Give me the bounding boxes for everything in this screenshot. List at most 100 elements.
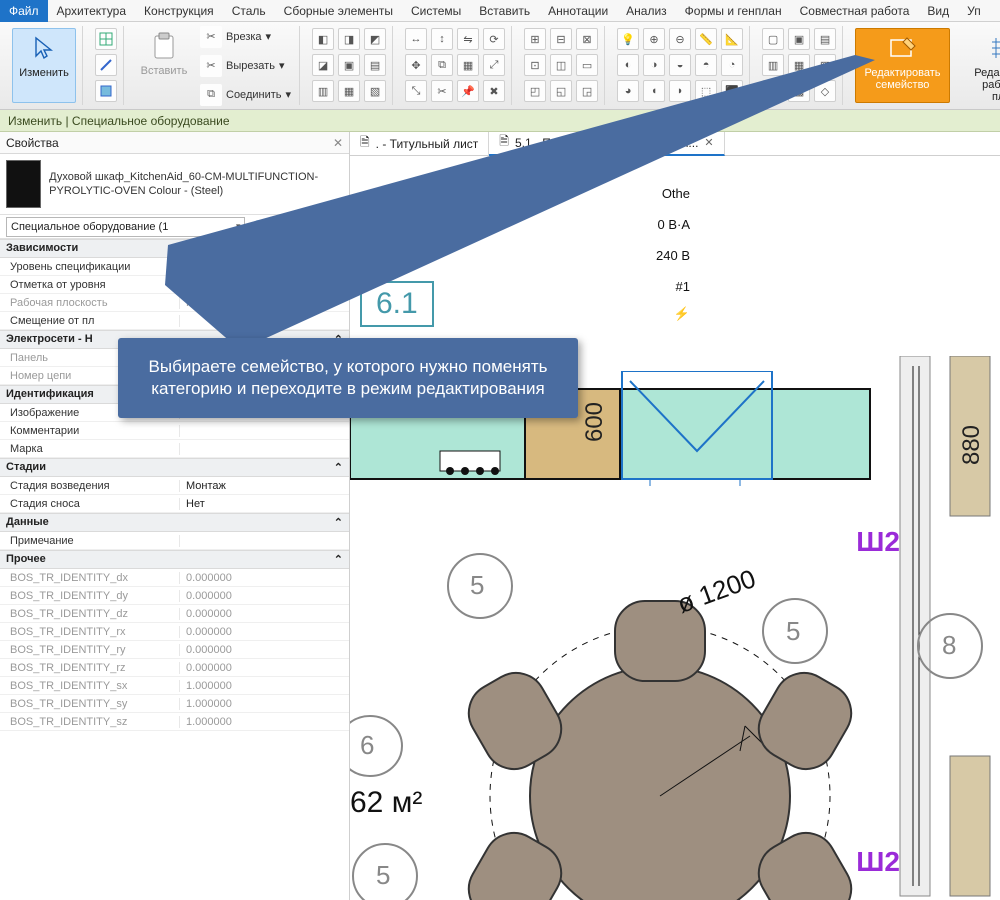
- tool-icon[interactable]: ◨: [338, 28, 360, 50]
- group-other[interactable]: Прочее⌃: [0, 550, 349, 569]
- scale-icon[interactable]: ⤢: [483, 54, 505, 76]
- tab-precast[interactable]: Сборные элементы: [275, 0, 402, 22]
- tool-icon[interactable]: ◱: [550, 80, 572, 102]
- tab-systems[interactable]: Системы: [402, 0, 470, 22]
- group-dependencies[interactable]: Зависимости⌃: [0, 239, 349, 258]
- prop-row-stage-create[interactable]: Стадия возведенияМонтаж: [0, 477, 349, 495]
- tool-icon[interactable]: ◖: [643, 80, 665, 102]
- tool-icon[interactable]: ◪: [312, 54, 334, 76]
- mirror-icon[interactable]: ⇋: [457, 28, 479, 50]
- edit-workplane-button[interactable]: Редактиров рабочую плос: [968, 28, 1000, 108]
- tool-icon[interactable]: ▣: [788, 28, 810, 50]
- array-icon[interactable]: ▦: [457, 54, 479, 76]
- prop-row-elev[interactable]: Отметка от уровня510: [0, 276, 349, 294]
- prop-row-stage-demo[interactable]: Стадия сносаНет: [0, 495, 349, 513]
- tool-icon[interactable]: ⊠: [576, 28, 598, 50]
- tool-icon[interactable]: ▧: [814, 54, 836, 76]
- type-selector[interactable]: Духовой шкаф_KitchenAid_60-CM-MULTIFUNCT…: [0, 154, 349, 215]
- tab-steel[interactable]: Сталь: [223, 0, 275, 22]
- tool-icon[interactable]: ▥: [312, 80, 334, 102]
- tool-icon[interactable]: ◕: [617, 80, 639, 102]
- tab-massing[interactable]: Формы и генплан: [676, 0, 791, 22]
- modify-button[interactable]: Изменить: [12, 28, 76, 103]
- tool-icon[interactable]: ▦: [338, 80, 360, 102]
- tool-icon[interactable]: ⊕: [643, 28, 665, 50]
- prop-row-offset[interactable]: Смещение от пл: [0, 312, 349, 330]
- hatch-icon[interactable]: [95, 28, 117, 50]
- tool-icon[interactable]: ◒: [669, 54, 691, 76]
- align-icon[interactable]: ↔: [405, 28, 427, 50]
- tab-manage[interactable]: Уп: [958, 0, 990, 22]
- delete-icon[interactable]: ✖: [483, 80, 505, 102]
- group-data[interactable]: Данные⌃: [0, 513, 349, 532]
- tool-icon[interactable]: ▦: [788, 54, 810, 76]
- trim-icon[interactable]: ⤡: [405, 80, 427, 102]
- prop-row-level[interactable]: Уровень спецификации: [0, 258, 349, 276]
- group-stages[interactable]: Стадии⌃: [0, 458, 349, 477]
- tool-icon[interactable]: 📏: [695, 28, 717, 50]
- cut-button[interactable]: ✂Вырезать ▾: [198, 53, 293, 79]
- tool-icon[interactable]: ▭: [576, 54, 598, 76]
- menu-tab-bar: Файл Архитектура Конструкция Сталь Сборн…: [0, 0, 1000, 22]
- level-input[interactable]: [186, 259, 349, 275]
- drawing-canvas[interactable]: Othe 0 В·А 240 В #1 ⚡ 6.1 600: [350, 156, 1000, 900]
- edit-type-button[interactable]: 📝 Изменить тип: [255, 220, 343, 233]
- tool-icon[interactable]: ▣: [338, 54, 360, 76]
- split-icon[interactable]: ✂: [431, 80, 453, 102]
- tool-icon[interactable]: ▤: [814, 28, 836, 50]
- tool-icon[interactable]: ⬚: [695, 80, 717, 102]
- tool-icon[interactable]: ▨: [762, 80, 784, 102]
- cope-button[interactable]: ✂Врезка ▾: [198, 24, 293, 50]
- tool-icon[interactable]: ◔: [721, 54, 743, 76]
- tool-icon[interactable]: ◫: [550, 54, 572, 76]
- tool-icon[interactable]: ◲: [576, 80, 598, 102]
- tool-icon[interactable]: ⊖: [669, 28, 691, 50]
- tab-structure[interactable]: Конструкция: [135, 0, 223, 22]
- tool-icon[interactable]: ⬛: [721, 80, 743, 102]
- tool-icon[interactable]: ▩: [788, 80, 810, 102]
- tool-icon[interactable]: ▢: [762, 28, 784, 50]
- offset-icon[interactable]: ↕: [431, 28, 453, 50]
- paste-button[interactable]: Вставить: [136, 26, 192, 106]
- tab-annotate[interactable]: Аннотации: [539, 0, 617, 22]
- tool-icon[interactable]: ⊟: [550, 28, 572, 50]
- doc-tab-title-sheet[interactable]: 🗎 . - Титульный лист: [350, 132, 489, 156]
- prop-row-comments[interactable]: Комментарии: [0, 422, 349, 440]
- tool-icon[interactable]: ⊞: [524, 28, 546, 50]
- tab-collab[interactable]: Совместная работа: [791, 0, 919, 22]
- tool-icon[interactable]: ⊡: [524, 54, 546, 76]
- prop-row-rx: BOS_TR_IDENTITY_rx0.000000: [0, 623, 349, 641]
- tool-icon[interactable]: ▤: [364, 54, 386, 76]
- tab-architecture[interactable]: Архитектура: [48, 0, 136, 22]
- tool-icon[interactable]: ◐: [617, 54, 639, 76]
- tool-icon[interactable]: ◓: [695, 54, 717, 76]
- linework-icon[interactable]: [95, 54, 117, 76]
- close-icon[interactable]: ✕: [333, 136, 343, 150]
- rotate-icon[interactable]: ⟳: [483, 28, 505, 50]
- instance-filter-combo[interactable]: Специальное оборудование (1 ▾: [6, 217, 245, 237]
- tool-icon[interactable]: ◧: [312, 28, 334, 50]
- prop-row-mark[interactable]: Марка: [0, 440, 349, 458]
- doc-tab-furniture-plan[interactable]: 🗎 5.1 - План расстановки мебели... ✕: [489, 132, 724, 156]
- tool-icon[interactable]: ◗: [669, 80, 691, 102]
- tab-insert[interactable]: Вставить: [470, 0, 539, 22]
- tool-icon[interactable]: 📐: [721, 28, 743, 50]
- move-icon[interactable]: ✥: [405, 54, 427, 76]
- tool-icon[interactable]: ◰: [524, 80, 546, 102]
- tool-icon[interactable]: ▥: [762, 54, 784, 76]
- tool-icon[interactable]: ▧: [364, 80, 386, 102]
- join-button[interactable]: ⧉Соединить ▾: [198, 82, 293, 108]
- tab-analyze[interactable]: Анализ: [617, 0, 676, 22]
- tool-icon[interactable]: ◇: [814, 80, 836, 102]
- file-tab[interactable]: Файл: [0, 0, 48, 22]
- tool-icon[interactable]: ◩: [364, 28, 386, 50]
- paint-icon[interactable]: [95, 80, 117, 102]
- copy-icon[interactable]: ⧉: [431, 54, 453, 76]
- pin-icon[interactable]: 📌: [457, 80, 479, 102]
- close-tab-icon[interactable]: ✕: [704, 136, 713, 149]
- tool-icon[interactable]: 💡: [617, 28, 639, 50]
- tool-icon[interactable]: ◑: [643, 54, 665, 76]
- tab-view[interactable]: Вид: [918, 0, 958, 22]
- edit-family-button[interactable]: Редактировать семейство: [855, 28, 950, 103]
- prop-row-note[interactable]: Примечание: [0, 532, 349, 550]
